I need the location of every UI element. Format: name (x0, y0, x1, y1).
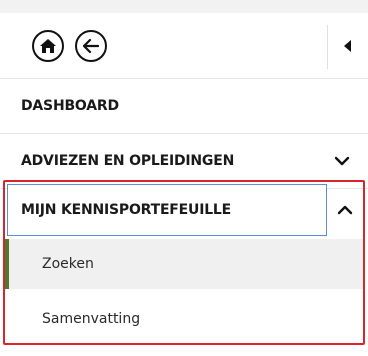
submenu-item-label: Zoeken (42, 256, 94, 272)
submenu-item-samenvatting[interactable]: Samenvatting (5, 294, 363, 344)
home-icon (40, 39, 56, 53)
chevron-down-icon[interactable] (333, 153, 351, 169)
arrow-left-icon (83, 39, 99, 53)
menu-item-label: ADVIEZEN EN OPLEIDINGEN (21, 153, 235, 169)
chevron-up-icon[interactable] (327, 184, 362, 236)
caret-left-icon (344, 40, 351, 52)
submenu-item-label: Samenvatting (42, 311, 141, 327)
toolbar-divider (327, 25, 328, 69)
collapse-sidebar-button[interactable] (336, 33, 360, 59)
menu-item-adviezen[interactable]: ADVIEZEN EN OPLEIDINGEN (0, 134, 368, 189)
sidebar-toolbar (0, 13, 368, 79)
menu-item-mijn-kennisportefeuille[interactable]: MIJN KENNISPORTEFEUILLE (7, 184, 327, 236)
menu-item-label: MIJN KENNISPORTEFEUILLE (21, 202, 232, 218)
submenu-item-zoeken[interactable]: Zoeken (5, 239, 363, 289)
top-strip (0, 0, 368, 13)
menu-item-dashboard[interactable]: DASHBOARD (0, 79, 368, 134)
home-button[interactable] (32, 30, 64, 62)
sidebar-panel: DASHBOARD ADVIEZEN EN OPLEIDINGEN MIJN K… (0, 0, 368, 356)
back-button[interactable] (75, 30, 107, 62)
menu-item-label: DASHBOARD (21, 98, 119, 114)
